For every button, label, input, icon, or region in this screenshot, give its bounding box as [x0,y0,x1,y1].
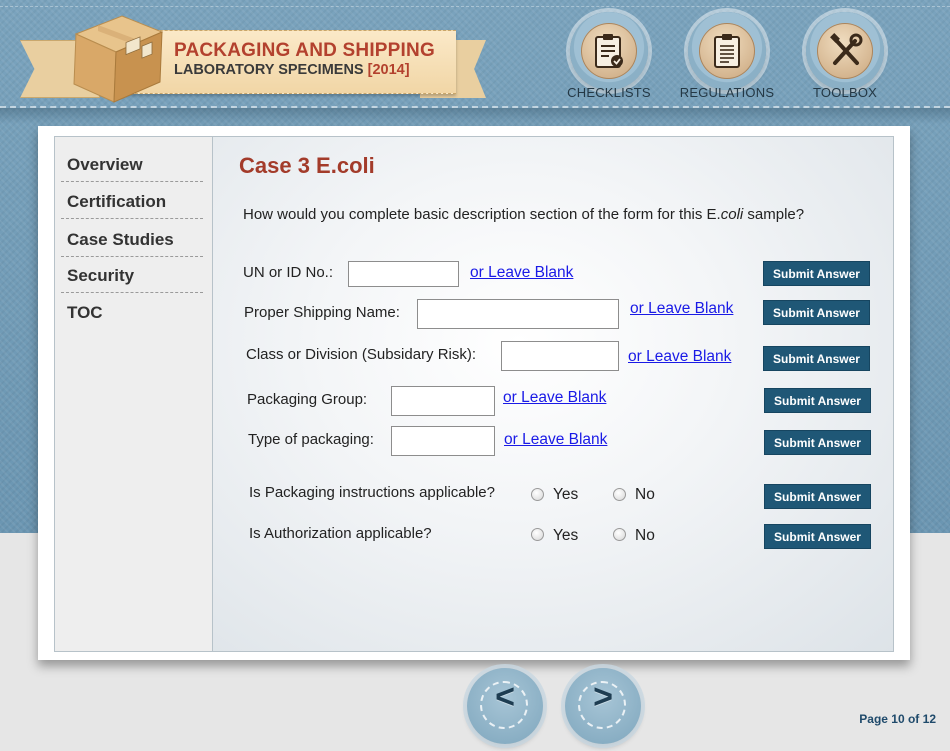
shipping-name-submit-button[interactable]: Submit Answer [763,300,870,325]
question-text-post: sample? [743,206,805,223]
sidebar-item-case-studies[interactable]: Case Studies [61,220,203,257]
sidebar-item-label: Case Studies [67,230,174,249]
card-inner: Overview Certification Case Studies Secu… [54,136,894,652]
un-id-leave-blank-link[interactable]: or Leave Blank [470,264,573,282]
sidebar-item-overview[interactable]: Overview [61,145,203,182]
regulations-button[interactable]: REGULATIONS [672,10,782,106]
header-stitch-top [0,6,950,7]
packaging-type-submit-button[interactable]: Submit Answer [764,430,871,455]
main-card: Overview Certification Case Studies Secu… [38,126,910,660]
authorization-submit-button[interactable]: Submit Answer [764,524,871,549]
un-id-input[interactable] [348,261,459,287]
authorization-yes-label: Yes [553,527,579,544]
sidebar-item-label: Certification [67,192,167,211]
sidebar: Overview Certification Case Studies Secu… [55,137,213,651]
regulations-button-ring [688,12,766,90]
package-box-icon [73,15,164,103]
question-text-pre: How would you complete basic description… [243,206,721,223]
class-division-input[interactable] [501,341,619,371]
question-text-italic: coli [720,206,744,223]
packaging-group-submit-button[interactable]: Submit Answer [764,388,871,413]
page-indicator: Page 10 of 12 [859,712,936,726]
header-shadow [0,108,950,124]
checklists-button[interactable]: CHECKLISTS [554,10,664,106]
regulations-label: REGULATIONS [679,85,775,100]
packaging-instructions-no-radio[interactable] [613,488,626,501]
toolbox-button-ring [806,12,884,90]
previous-page-button[interactable]: < [467,668,543,744]
shipping-name-input[interactable] [417,299,619,329]
sidebar-item-security[interactable]: Security [61,256,203,293]
sidebar-item-certification[interactable]: Certification [61,182,203,219]
authorization-no-label: No [635,527,655,544]
class-division-leave-blank-link[interactable]: or Leave Blank [628,348,731,366]
packaging-group-label: Packaging Group: [247,391,368,408]
packaging-instructions-submit-button[interactable]: Submit Answer [764,484,871,509]
packaging-type-input[interactable] [391,426,495,456]
app-title-line2: LABORATORY SPECIMENS [2014] [174,62,454,78]
sidebar-item-label: Overview [67,155,143,174]
content-panel: Case 3 E.coli How would you complete bas… [213,137,893,651]
packaging-type-label: Type of packaging: [248,431,374,448]
chevron-right-icon: > [593,678,613,716]
checklists-label: CHECKLISTS [567,85,651,100]
sidebar-item-toc[interactable]: TOC [61,293,203,329]
question-text: How would you complete basic description… [243,206,863,223]
un-id-label: UN or ID No.: [243,264,334,281]
class-division-label: Class or Division (Subsidary Risk): [246,346,477,363]
case-title: Case 3 E.coli [239,153,375,178]
un-id-submit-button[interactable]: Submit Answer [763,261,870,286]
checklists-button-ring [570,12,648,90]
next-page-button[interactable]: > [565,668,641,744]
toolbox-label: TOOLBOX [812,85,877,100]
authorization-yes-radio[interactable] [531,528,544,541]
shipping-name-label: Proper Shipping Name: [244,304,400,321]
class-division-submit-button[interactable]: Submit Answer [763,346,870,371]
packaging-instructions-label: Is Packaging instructions applicable? [249,484,495,501]
packaging-group-leave-blank-link[interactable]: or Leave Blank [503,389,606,407]
sidebar-item-label: Security [67,266,135,285]
chevron-left-icon: < [495,678,515,716]
packaging-type-leave-blank-link[interactable]: or Leave Blank [504,431,607,449]
app-title-line2-text: LABORATORY SPECIMENS [174,62,364,78]
app-title-line1: PACKAGING AND SHIPPING [174,40,435,61]
shipping-name-leave-blank-link[interactable]: or Leave Blank [630,300,733,318]
authorization-label: Is Authorization applicable? [249,525,432,542]
authorization-no-radio[interactable] [613,528,626,541]
sidebar-item-label: TOC [67,303,103,322]
tools-icon [817,23,873,79]
packaging-instructions-yes-radio[interactable] [531,488,544,501]
packaging-instructions-yes-label: Yes [553,486,579,503]
app-title-year: [2014] [367,62,410,78]
checklist-icon [581,23,637,79]
toolbox-button[interactable]: TOOLBOX [790,10,900,106]
packaging-group-input[interactable] [391,386,495,416]
clipboard-icon [699,23,755,79]
packaging-instructions-no-label: No [635,486,655,503]
